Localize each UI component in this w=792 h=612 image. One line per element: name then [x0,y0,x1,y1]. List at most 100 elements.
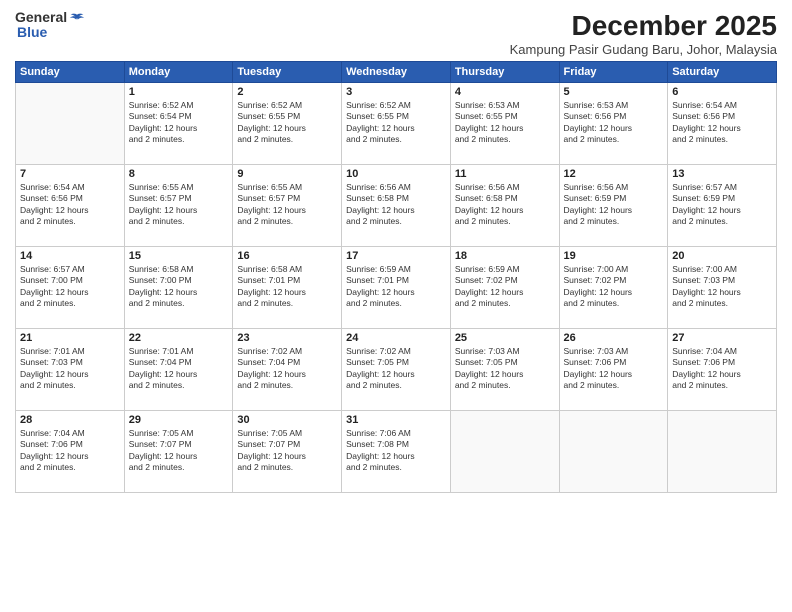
day-info: Sunrise: 7:04 AM Sunset: 7:06 PM Dayligh… [20,428,120,474]
calendar-cell: 13 Sunrise: 6:57 AM Sunset: 6:59 PM Dayli… [668,165,777,247]
day-number: 23 [237,332,337,344]
col-thursday: Thursday [450,62,559,83]
calendar-week-2: 7 Sunrise: 6:54 AM Sunset: 6:56 PM Daylig… [16,165,777,247]
day-number: 21 [20,332,120,344]
header-row: Sunday Monday Tuesday Wednesday Thursday… [16,62,777,83]
day-info: Sunrise: 6:53 AM Sunset: 6:55 PM Dayligh… [455,100,555,146]
day-info: Sunrise: 6:54 AM Sunset: 6:56 PM Dayligh… [20,182,120,228]
day-info: Sunrise: 7:02 AM Sunset: 7:04 PM Dayligh… [237,346,337,392]
page: General Blue December 2025 Kampung Pasir… [0,0,792,612]
calendar-cell: 9 Sunrise: 6:55 AM Sunset: 6:57 PM Daylig… [233,165,342,247]
col-tuesday: Tuesday [233,62,342,83]
calendar-cell: 25 Sunrise: 7:03 AM Sunset: 7:05 PM Dayli… [450,329,559,411]
calendar-cell: 15Sunrise: 6:58 AM Sunset: 7:00 PM Dayli… [124,247,233,329]
col-friday: Friday [559,62,668,83]
calendar-cell: 23 Sunrise: 7:02 AM Sunset: 7:04 PM Dayli… [233,329,342,411]
calendar-cell [450,411,559,493]
calendar-cell: 2 Sunrise: 6:52 AM Sunset: 6:55 PM Daylig… [233,83,342,165]
calendar-cell: 3Sunrise: 6:52 AM Sunset: 6:55 PM Daylig… [342,83,451,165]
location: Kampung Pasir Gudang Baru, Johor, Malays… [510,42,777,57]
day-number: 29 [129,414,229,426]
calendar-cell: 27Sunrise: 7:04 AM Sunset: 7:06 PM Dayli… [668,329,777,411]
day-info: Sunrise: 6:55 AM Sunset: 6:57 PM Dayligh… [129,182,229,228]
calendar-cell: 31 Sunrise: 7:06 AM Sunset: 7:08 PM Dayli… [342,411,451,493]
calendar-cell: 16 Sunrise: 6:58 AM Sunset: 7:01 PM Dayli… [233,247,342,329]
calendar-cell [668,411,777,493]
day-info: Sunrise: 6:56 AM Sunset: 6:58 PM Dayligh… [455,182,555,228]
day-info: Sunrise: 6:57 AM Sunset: 6:59 PM Dayligh… [672,182,772,228]
day-number: 30 [237,414,337,426]
calendar-cell: 26Sunrise: 7:03 AM Sunset: 7:06 PM Dayli… [559,329,668,411]
col-wednesday: Wednesday [342,62,451,83]
day-number: 31 [346,414,446,426]
header: General Blue December 2025 Kampung Pasir… [15,10,777,57]
day-info: Sunrise: 7:03 AM Sunset: 7:05 PM Dayligh… [455,346,555,392]
calendar-cell: 4 Sunrise: 6:53 AM Sunset: 6:55 PM Daylig… [450,83,559,165]
calendar-cell [559,411,668,493]
calendar-cell: 17Sunrise: 6:59 AM Sunset: 7:01 PM Dayli… [342,247,451,329]
day-info: Sunrise: 7:01 AM Sunset: 7:04 PM Dayligh… [129,346,229,392]
calendar-week-4: 21 Sunrise: 7:01 AM Sunset: 7:03 PM Dayli… [16,329,777,411]
calendar-cell: 20Sunrise: 7:00 AM Sunset: 7:03 PM Dayli… [668,247,777,329]
calendar-cell: 14Sunrise: 6:57 AM Sunset: 7:00 PM Dayli… [16,247,125,329]
calendar-cell: 1 Sunrise: 6:52 AM Sunset: 6:54 PM Daylig… [124,83,233,165]
day-info: Sunrise: 6:57 AM Sunset: 7:00 PM Dayligh… [20,264,120,310]
day-number: 5 [564,86,664,98]
day-info: Sunrise: 6:52 AM Sunset: 6:55 PM Dayligh… [237,100,337,146]
day-info: Sunrise: 7:05 AM Sunset: 7:07 PM Dayligh… [237,428,337,474]
day-number: 20 [672,250,772,262]
day-number: 26 [564,332,664,344]
month-year: December 2025 [510,10,777,42]
day-info: Sunrise: 7:06 AM Sunset: 7:08 PM Dayligh… [346,428,446,474]
day-number: 7 [20,168,120,180]
calendar-week-3: 14Sunrise: 6:57 AM Sunset: 7:00 PM Dayli… [16,247,777,329]
day-number: 24 [346,332,446,344]
day-info: Sunrise: 6:58 AM Sunset: 7:00 PM Dayligh… [129,264,229,310]
day-number: 11 [455,168,555,180]
day-info: Sunrise: 6:52 AM Sunset: 6:55 PM Dayligh… [346,100,446,146]
day-info: Sunrise: 7:01 AM Sunset: 7:03 PM Dayligh… [20,346,120,392]
day-number: 28 [20,414,120,426]
calendar-cell: 12 Sunrise: 6:56 AM Sunset: 6:59 PM Dayli… [559,165,668,247]
calendar-body: 1 Sunrise: 6:52 AM Sunset: 6:54 PM Daylig… [16,83,777,493]
calendar-cell: 30 Sunrise: 7:05 AM Sunset: 7:07 PM Dayli… [233,411,342,493]
calendar-cell: 28 Sunrise: 7:04 AM Sunset: 7:06 PM Dayli… [16,411,125,493]
day-info: Sunrise: 6:56 AM Sunset: 6:59 PM Dayligh… [564,182,664,228]
col-monday: Monday [124,62,233,83]
col-sunday: Sunday [16,62,125,83]
calendar-cell: 5 Sunrise: 6:53 AM Sunset: 6:56 PM Daylig… [559,83,668,165]
day-number: 19 [564,250,664,262]
col-saturday: Saturday [668,62,777,83]
day-info: Sunrise: 6:56 AM Sunset: 6:58 PM Dayligh… [346,182,446,228]
calendar-cell: 22Sunrise: 7:01 AM Sunset: 7:04 PM Dayli… [124,329,233,411]
calendar-cell: 7 Sunrise: 6:54 AM Sunset: 6:56 PM Daylig… [16,165,125,247]
day-number: 25 [455,332,555,344]
day-info: Sunrise: 6:53 AM Sunset: 6:56 PM Dayligh… [564,100,664,146]
calendar-cell: 6Sunrise: 6:54 AM Sunset: 6:56 PM Daylig… [668,83,777,165]
day-number: 18 [455,250,555,262]
day-number: 8 [129,168,229,180]
day-number: 1 [129,86,229,98]
calendar-cell: 11 Sunrise: 6:56 AM Sunset: 6:58 PM Dayli… [450,165,559,247]
day-info: Sunrise: 6:59 AM Sunset: 7:02 PM Dayligh… [455,264,555,310]
day-number: 16 [237,250,337,262]
day-number: 2 [237,86,337,98]
day-number: 6 [672,86,772,98]
calendar-cell: 24Sunrise: 7:02 AM Sunset: 7:05 PM Dayli… [342,329,451,411]
day-info: Sunrise: 7:00 AM Sunset: 7:02 PM Dayligh… [564,264,664,310]
logo: General Blue [15,10,85,41]
calendar-week-5: 28 Sunrise: 7:04 AM Sunset: 7:06 PM Dayli… [16,411,777,493]
title-section: December 2025 Kampung Pasir Gudang Baru,… [510,10,777,57]
day-number: 12 [564,168,664,180]
day-number: 4 [455,86,555,98]
day-number: 9 [237,168,337,180]
logo-bird-icon [69,13,85,23]
calendar-table: Sunday Monday Tuesday Wednesday Thursday… [15,61,777,493]
calendar-cell: 21 Sunrise: 7:01 AM Sunset: 7:03 PM Dayli… [16,329,125,411]
logo-blue: Blue [15,25,47,40]
day-info: Sunrise: 6:52 AM Sunset: 6:54 PM Dayligh… [129,100,229,146]
day-info: Sunrise: 6:55 AM Sunset: 6:57 PM Dayligh… [237,182,337,228]
day-number: 13 [672,168,772,180]
day-number: 27 [672,332,772,344]
day-info: Sunrise: 6:58 AM Sunset: 7:01 PM Dayligh… [237,264,337,310]
